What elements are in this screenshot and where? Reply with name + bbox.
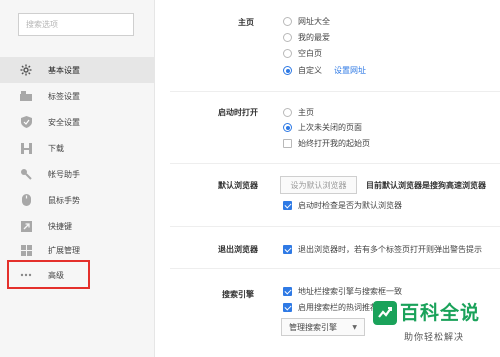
watermark: 百科全说 助你轻松解决 [372,296,500,357]
option-label: 上次未关闭的页面 [298,123,362,132]
divider [170,268,500,269]
set-url-link[interactable]: 设置网址 [334,65,366,76]
sidebar-item-label: 快捷键 [48,221,72,231]
sidebar-item-label: 扩展管理 [48,245,80,255]
sidebar-item-label: 基本设置 [48,65,80,75]
sidebar-item-label: 下载 [48,143,64,153]
option-label: 空白页 [298,49,322,58]
checkbox-checked[interactable] [283,245,292,254]
sidebar-item-account-helper[interactable]: 帐号助手 [0,161,155,187]
divider [170,163,500,164]
section-title-homepage: 主页 [238,18,254,27]
watermark-title: 百科全说 [400,302,481,324]
status-text: 目前默认浏览器是搜狗高速浏览器 [366,181,486,190]
gear-icon [20,64,32,76]
settings-sidebar: 搜索选项 基本设置 标签设置 安全设置 下载 帐号助手 鼠标手势 快捷键 扩展管… [0,0,155,357]
search-input[interactable]: 搜索选项 [18,13,134,36]
option-label: 退出浏览器时，若有多个标签页打开则弹出警告提示 [298,245,482,254]
radio-startup-last-session[interactable]: 上次未关闭的页面 [283,122,362,133]
checkbox-check-default-on-startup[interactable]: 启动时检查是否为默认浏览器 [283,200,402,211]
key-icon [20,168,32,180]
option-label: 始终打开我的起始页 [298,139,370,148]
checkbox-hot-words[interactable]: 启用搜索栏的热词推荐 [283,302,378,313]
chevron-down-icon: ▼ [352,323,357,331]
option-label: 自定义 [298,66,322,75]
radio-homepage-url-directory[interactable]: 网址大全 [283,16,330,27]
checkbox[interactable] [283,139,292,148]
manage-search-engines-button[interactable]: 管理搜索引擎 ▼ [281,318,365,336]
radio-homepage-favorites[interactable]: 我的最爱 [283,32,330,43]
section-title-startup: 启动时打开 [218,108,258,117]
checkbox-always-open-start-page[interactable]: 始终打开我的起始页 [283,138,370,149]
mouse-icon [20,194,32,206]
radio-homepage-custom[interactable]: 自定义 设置网址 [283,65,366,76]
option-label: 启用搜索栏的热词推荐 [298,303,378,312]
checkbox-warn-multiple-tabs[interactable]: 退出浏览器时，若有多个标签页打开则弹出警告提示 [283,244,482,255]
checkbox-checked[interactable] [283,303,292,312]
divider [170,91,500,92]
section-title-search-engine: 搜索引擎 [222,290,254,299]
watermark-subtitle: 助你轻松解决 [404,333,465,343]
option-label: 我的最爱 [298,33,330,42]
download-icon [20,142,32,154]
radio-button[interactable] [283,49,292,58]
tab-icon [20,90,32,102]
radio-button[interactable] [283,33,292,42]
radio-button-selected[interactable] [283,123,292,132]
radio-button-selected[interactable] [283,66,292,75]
checkbox-checked[interactable] [283,201,292,210]
section-title-default-browser: 默认浏览器 [218,181,258,190]
radio-button[interactable] [283,17,292,26]
checkbox-checked[interactable] [283,287,292,296]
watermark-logo-icon [373,301,397,325]
default-browser-status: 目前默认浏览器是搜狗高速浏览器 [366,180,486,191]
sidebar-item-label: 安全设置 [48,117,80,127]
radio-startup-homepage[interactable]: 主页 [283,107,314,118]
radio-homepage-blank[interactable]: 空白页 [283,48,322,59]
shield-icon [20,116,32,128]
sidebar-item-basic-settings[interactable]: 基本设置 [0,57,155,83]
shortcut-icon [20,220,32,232]
sidebar-item-tab-settings[interactable]: 标签设置 [0,83,155,109]
sidebar-item-label: 鼠标手势 [48,195,80,205]
extensions-icon [20,244,32,256]
option-label: 主页 [298,108,314,117]
sidebar-item-label: 标签设置 [48,91,80,101]
sidebar-item-shortcuts[interactable]: 快捷键 [0,213,155,239]
sidebar-item-download[interactable]: 下载 [0,135,155,161]
section-title-exit-browser: 退出浏览器 [218,245,258,254]
sidebar-item-mouse-gestures[interactable]: 鼠标手势 [0,187,155,213]
radio-button[interactable] [283,108,292,117]
divider [170,226,500,227]
option-label: 启动时检查是否为默认浏览器 [298,201,402,210]
button-label: 管理搜索引擎 [289,322,337,332]
sidebar-item-security-settings[interactable]: 安全设置 [0,109,155,135]
set-default-browser-button[interactable]: 设为默认浏览器 [280,176,357,194]
sidebar-item-label: 帐号助手 [48,169,80,179]
option-label: 网址大全 [298,17,330,26]
highlight-box [7,260,90,289]
